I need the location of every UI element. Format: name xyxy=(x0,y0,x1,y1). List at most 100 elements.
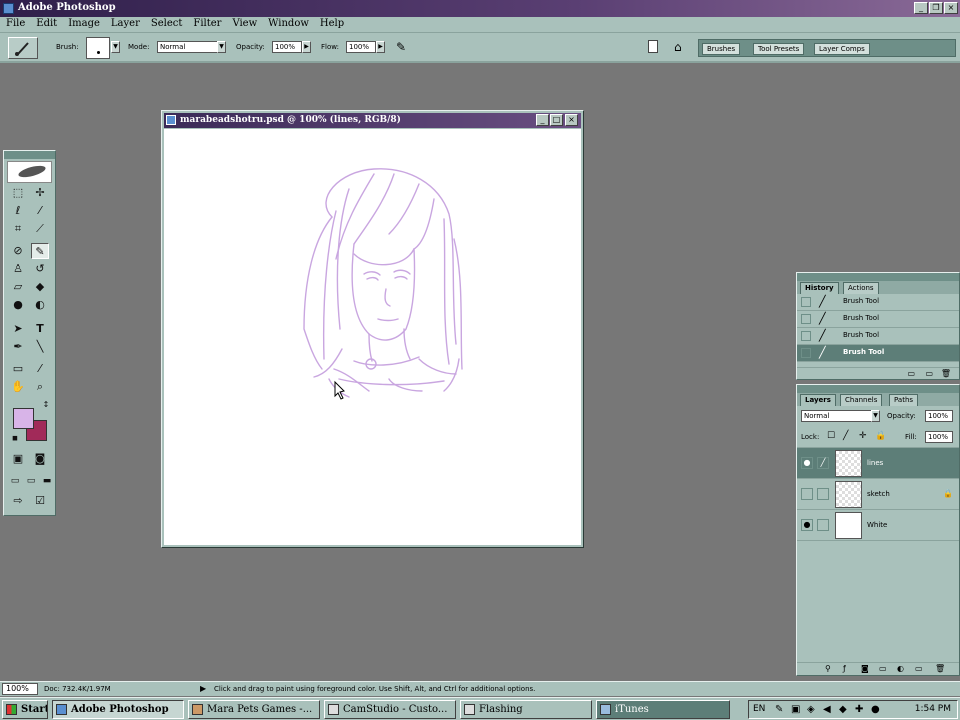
menu-layer[interactable]: Layer xyxy=(105,17,145,29)
layer-row-lines[interactable]: ● ╱ lines xyxy=(797,448,959,479)
lock-position-icon[interactable]: ✛ xyxy=(859,431,867,441)
screen-mode-full-icon[interactable]: ▬ xyxy=(38,473,56,489)
opacity-slider-arrow[interactable]: ▶ xyxy=(302,41,311,53)
doc-close-button[interactable]: × xyxy=(565,114,578,126)
default-colors-icon[interactable]: ◼ xyxy=(6,430,24,446)
mode-dropdown-arrow[interactable]: ▼ xyxy=(217,41,226,53)
minimize-button[interactable]: _ xyxy=(914,2,928,14)
history-brush-tool-icon[interactable]: ↺ xyxy=(31,261,49,277)
tray-monitor-icon[interactable]: ▣ xyxy=(791,704,800,715)
move-tool-icon[interactable]: ✢ xyxy=(31,185,49,201)
pen-tool-icon[interactable]: ✒ xyxy=(9,339,27,355)
lock-all-icon[interactable]: 🔒 xyxy=(875,431,886,441)
hand-tool-icon[interactable]: ✋ xyxy=(9,379,27,395)
history-item-current[interactable]: ╱ Brush Tool xyxy=(797,345,959,362)
lock-image-icon[interactable]: ╱ xyxy=(843,431,848,441)
tray-shield-icon[interactable]: ✚ xyxy=(855,704,863,715)
menu-help[interactable]: Help xyxy=(314,17,349,29)
blend-mode-arrow[interactable]: ▼ xyxy=(871,410,880,422)
lock-transparency-icon[interactable]: ☐ xyxy=(827,431,835,441)
eye-icon[interactable]: ● xyxy=(801,519,813,531)
menu-filter[interactable]: Filter xyxy=(187,17,226,29)
magic-wand-tool-icon[interactable]: ⁄ xyxy=(31,203,49,219)
tab-paths[interactable]: Paths xyxy=(889,394,919,406)
paint-bucket-tool-icon[interactable]: ◆ xyxy=(31,279,49,295)
layers-palette-grip[interactable] xyxy=(797,385,959,393)
zoom-tool-icon[interactable]: ⌕ xyxy=(31,379,49,395)
add-mask-icon[interactable]: ◙ xyxy=(861,664,869,673)
taskbar-flashing[interactable]: Flashing xyxy=(460,700,592,719)
new-set-icon[interactable]: ▭ xyxy=(879,664,887,673)
well-tab-layer-comps[interactable]: Layer Comps xyxy=(814,43,870,55)
add-style-icon[interactable]: ƒ xyxy=(843,664,846,673)
menu-view[interactable]: View xyxy=(226,17,262,29)
language-indicator[interactable]: EN xyxy=(753,704,765,714)
trash-icon[interactable]: 🗑 xyxy=(935,664,945,673)
toolbox-header[interactable] xyxy=(4,151,55,159)
menu-edit[interactable]: Edit xyxy=(30,17,62,29)
eraser-tool-icon[interactable]: ▱ xyxy=(9,279,27,295)
new-document-icon[interactable] xyxy=(648,40,658,53)
adjustment-layer-icon[interactable]: ◐ xyxy=(897,664,904,673)
flow-field[interactable]: 100% xyxy=(346,41,376,53)
notes-tool-icon[interactable]: ▭ xyxy=(9,361,27,377)
brush-tool-icon[interactable]: ✎ xyxy=(31,243,49,259)
path-selection-tool-icon[interactable]: ➤ xyxy=(9,321,27,337)
taskbar-photoshop[interactable]: Adobe Photoshop xyxy=(52,700,184,719)
well-tab-brushes[interactable]: Brushes xyxy=(702,43,741,55)
fill-field[interactable]: 100% xyxy=(925,431,953,443)
file-browser-icon[interactable]: ⌂ xyxy=(674,40,682,54)
slice-tool-icon[interactable]: ⟋ xyxy=(31,221,49,237)
tab-history[interactable]: History xyxy=(800,282,839,294)
foreground-color-swatch[interactable] xyxy=(13,408,34,429)
adobe-online-feather-icon[interactable] xyxy=(7,161,52,183)
layer-row-white[interactable]: ● White xyxy=(797,510,959,541)
dodge-tool-icon[interactable]: ◐ xyxy=(31,297,49,313)
blur-tool-icon[interactable]: ● xyxy=(9,297,27,313)
tray-app-icon[interactable]: ◆ xyxy=(839,704,847,715)
menu-image[interactable]: Image xyxy=(62,17,105,29)
new-layer-icon[interactable]: ▭ xyxy=(915,664,923,673)
trash-icon[interactable]: 🗑 xyxy=(941,369,951,378)
swap-colors-icon[interactable]: ↕ xyxy=(37,397,55,413)
mode-select[interactable]: Normal xyxy=(157,41,219,53)
canvas[interactable] xyxy=(164,129,581,545)
close-button[interactable]: × xyxy=(944,2,958,14)
doc-minimize-button[interactable]: _ xyxy=(536,114,549,126)
line-tool-icon[interactable]: ╲ xyxy=(31,339,49,355)
new-document-from-state-icon[interactable]: ▭ xyxy=(925,369,933,378)
taskbar-mara-pets[interactable]: Mara Pets Games -... xyxy=(188,700,320,719)
menu-window[interactable]: Window xyxy=(262,17,314,29)
menu-file[interactable]: File xyxy=(0,17,30,29)
opacity-field[interactable]: 100% xyxy=(272,41,302,53)
link-icon[interactable] xyxy=(817,488,829,500)
history-item[interactable]: ╱ Brush Tool xyxy=(797,311,959,328)
brush-dropdown-arrow[interactable]: ▼ xyxy=(111,41,120,53)
imageready-icon[interactable]: ☑ xyxy=(31,493,49,509)
taskbar-camstudio[interactable]: CamStudio - Custo... xyxy=(324,700,456,719)
tab-actions[interactable]: Actions xyxy=(843,282,879,294)
link-icon[interactable] xyxy=(817,519,829,531)
start-button[interactable]: Start xyxy=(2,700,48,719)
history-item[interactable]: ╱ Brush Tool xyxy=(797,328,959,345)
eye-icon[interactable]: ● xyxy=(801,457,813,469)
crop-tool-icon[interactable]: ⌗ xyxy=(9,221,27,237)
type-tool-icon[interactable]: T xyxy=(31,321,49,337)
layer-opacity-field[interactable]: 100% xyxy=(925,410,953,422)
flow-slider-arrow[interactable]: ▶ xyxy=(376,41,385,53)
tray-pen-icon[interactable]: ✎ xyxy=(775,704,783,715)
history-item[interactable]: ╱ Brush Tool xyxy=(797,294,959,311)
tool-preset-picker[interactable] xyxy=(8,37,38,59)
taskbar-itunes[interactable]: iTunes xyxy=(596,700,730,719)
new-snapshot-icon[interactable]: ▭ xyxy=(907,369,915,378)
standard-mode-icon[interactable]: ▣ xyxy=(9,451,27,467)
quick-mask-mode-icon[interactable]: ◙ xyxy=(31,451,49,467)
well-tab-tool-presets[interactable]: Tool Presets xyxy=(753,43,805,55)
brush-icon[interactable]: ╱ xyxy=(817,457,829,469)
doc-size[interactable]: Doc: 732.4K/1.97M xyxy=(44,685,111,693)
tray-status-icon[interactable]: ● xyxy=(871,704,880,715)
jump-to-imageready-icon[interactable]: ⇨ xyxy=(9,493,27,509)
restore-button[interactable]: ❐ xyxy=(929,2,943,14)
tab-channels[interactable]: Channels xyxy=(840,394,883,406)
eye-icon-hidden[interactable] xyxy=(801,488,813,500)
